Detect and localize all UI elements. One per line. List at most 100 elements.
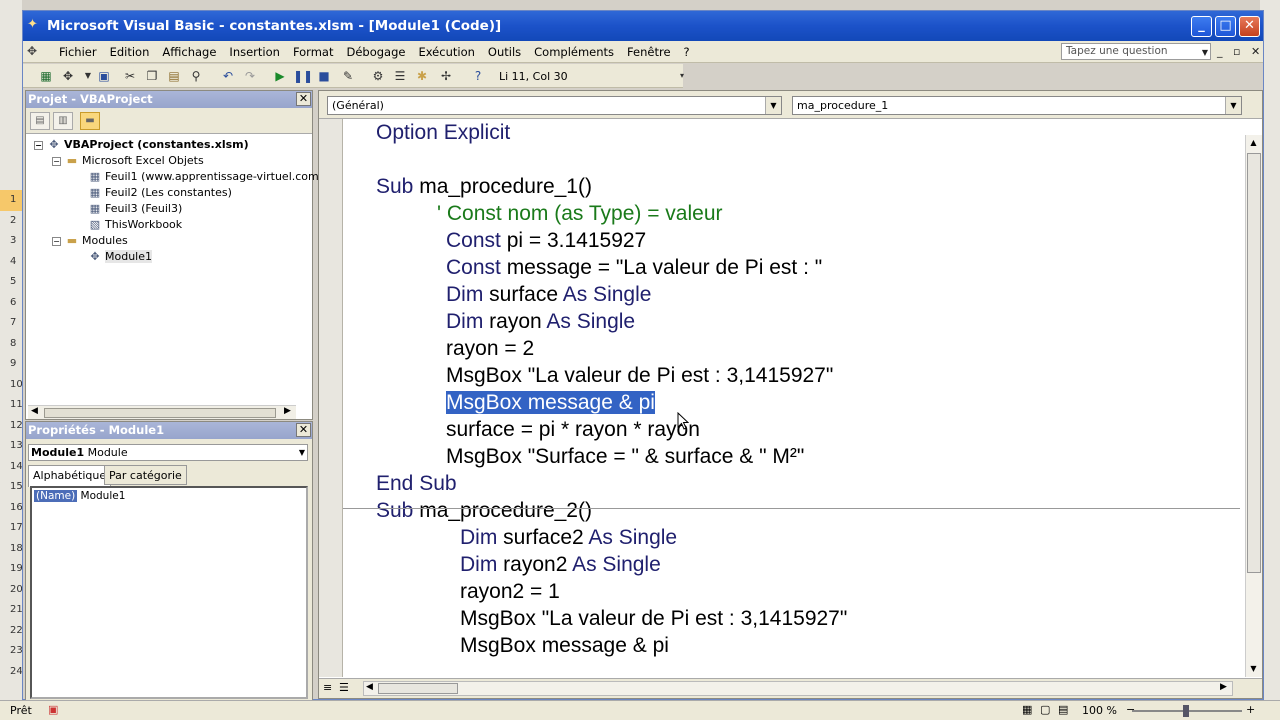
copy-icon[interactable]: ❐ xyxy=(143,67,161,85)
menu-debogage[interactable]: Débogage xyxy=(346,45,405,59)
object-browser-icon[interactable]: ✱ xyxy=(413,67,431,85)
title-bar[interactable]: ✦ Microsoft Visual Basic - constantes.xl… xyxy=(23,11,1263,41)
scroll-thumb[interactable] xyxy=(44,408,276,418)
code-line[interactable]: ' Const nom (as Type) = valeur xyxy=(437,200,723,227)
code-line[interactable]: MsgBox "La valeur de Pi est : 3,1415927" xyxy=(446,362,833,389)
menu-format[interactable]: Format xyxy=(293,45,334,59)
tab-par-categorie[interactable]: Par catégorie xyxy=(104,465,187,485)
code-line[interactable]: surface = pi * rayon * rayon xyxy=(446,416,700,443)
procedure-select[interactable]: ma_procedure_1 ▼ xyxy=(792,96,1242,115)
code-editor[interactable]: Option Explicit Sub ma_procedure_1() ' C… xyxy=(349,119,1239,677)
project-explorer-icon[interactable]: ⚙ xyxy=(369,67,387,85)
code-line[interactable]: Dim surface As Single xyxy=(446,281,651,308)
code-line[interactable]: Dim rayon2 As Single xyxy=(460,551,661,578)
toolbar-options-icon[interactable]: ▾ xyxy=(673,67,691,85)
view-object-icon[interactable]: ▥ xyxy=(53,112,73,130)
project-horizontal-scrollbar[interactable]: ◀ ▶ xyxy=(28,405,296,419)
code-horizontal-scrollbar[interactable]: ◀ ▶ xyxy=(363,681,1233,696)
normal-view-icon[interactable]: ▦ xyxy=(1022,703,1032,716)
undo-icon[interactable]: ↶ xyxy=(219,67,237,85)
close-icon[interactable]: ✕ xyxy=(296,92,311,106)
insert-userform-icon[interactable]: ✥ xyxy=(59,67,77,85)
collapse-icon[interactable]: − xyxy=(52,236,61,246)
tree-item-vbaproject[interactable]: − ✥ VBAProject (constantes.xlsm) xyxy=(34,137,249,153)
close-button[interactable]: ✕ xyxy=(1239,16,1260,37)
design-mode-icon[interactable]: ✎ xyxy=(339,67,357,85)
code-line[interactable]: Sub ma_procedure_2() xyxy=(376,497,592,524)
pause-icon[interactable]: ❚❚ xyxy=(293,67,313,85)
find-icon[interactable]: ⚲ xyxy=(187,67,205,85)
scroll-left-icon[interactable]: ◀ xyxy=(366,682,373,692)
record-macro-icon[interactable]: ▣ xyxy=(48,703,58,716)
code-line[interactable]: Dim surface2 As Single xyxy=(460,524,677,551)
zoom-in-icon[interactable]: + xyxy=(1246,703,1255,716)
scroll-left-icon[interactable]: ◀ xyxy=(31,406,38,416)
menu-help[interactable]: ? xyxy=(684,45,690,59)
menu-edition[interactable]: Edition xyxy=(110,45,150,59)
redo-icon[interactable]: ↷ xyxy=(241,67,259,85)
code-line[interactable]: MsgBox "La valeur de Pi est : 3,1415927" xyxy=(460,605,847,632)
scroll-right-icon[interactable]: ▶ xyxy=(1220,682,1227,692)
code-line[interactable]: Sub ma_procedure_1() xyxy=(376,173,592,200)
zoom-slider-handle[interactable] xyxy=(1183,705,1189,717)
page-break-icon[interactable]: ▤ xyxy=(1058,703,1068,716)
page-layout-icon[interactable]: ▢ xyxy=(1040,703,1050,716)
menu-execution[interactable]: Exécution xyxy=(418,45,474,59)
help-search-input[interactable]: Tapez une question ▼ xyxy=(1061,43,1211,60)
tree-item-thisworkbook[interactable]: ▧ ThisWorkbook xyxy=(88,217,182,233)
chevron-down-icon[interactable]: ▼ xyxy=(1202,45,1208,60)
tab-alphabetique[interactable]: Alphabétique xyxy=(28,465,112,487)
view-code-icon[interactable]: ▤ xyxy=(30,112,50,130)
menu-fichier[interactable]: Fichier xyxy=(59,45,97,59)
code-line[interactable]: Const message = "La valeur de Pi est : " xyxy=(446,254,822,281)
minimize-button[interactable]: _ xyxy=(1191,16,1212,37)
chevron-down-icon[interactable]: ▼ xyxy=(1225,97,1241,114)
code-line[interactable]: MsgBox "Surface = " & surface & " M²" xyxy=(446,443,804,470)
cut-icon[interactable]: ✂ xyxy=(121,67,139,85)
code-line[interactable]: Dim rayon As Single xyxy=(446,308,635,335)
tree-item-feuil3[interactable]: ▦ Feuil3 (Feuil3) xyxy=(88,201,182,217)
code-line[interactable]: End Sub xyxy=(376,470,457,497)
zoom-level[interactable]: 100 % xyxy=(1082,704,1117,717)
code-line[interactable]: Const pi = 3.1415927 xyxy=(446,227,646,254)
excel-view-icon[interactable]: ▦ xyxy=(37,67,55,85)
scroll-down-icon[interactable]: ▼ xyxy=(1246,661,1261,676)
menu-affichage[interactable]: Affichage xyxy=(162,45,216,59)
collapse-icon[interactable]: − xyxy=(52,156,61,166)
collapse-icon[interactable]: − xyxy=(34,140,43,150)
tree-item-feuil2[interactable]: ▦ Feuil2 (Les constantes) xyxy=(88,185,232,201)
full-module-view-icon[interactable]: ☰ xyxy=(339,681,349,694)
code-line[interactable]: rayon2 = 1 xyxy=(460,578,560,605)
tree-item-modules[interactable]: − ▬ Modules xyxy=(52,233,128,249)
menu-fenetre[interactable]: Fenêtre xyxy=(627,45,670,59)
toggle-folders-icon[interactable]: ▬ xyxy=(80,112,100,130)
object-select[interactable]: (Général) ▼ xyxy=(327,96,782,115)
tree-item-feuil1[interactable]: ▦ Feuil1 (www.apprentissage-virtuel.com) xyxy=(88,169,323,185)
doc-restore-button[interactable]: ▫ xyxy=(1233,45,1240,58)
scroll-thumb[interactable] xyxy=(378,683,458,694)
properties-object-select[interactable]: Module1 Module ▼ xyxy=(28,444,308,461)
toolbox-icon[interactable]: ✢ xyxy=(437,67,455,85)
menu-outils[interactable]: Outils xyxy=(488,45,521,59)
stop-icon[interactable]: ■ xyxy=(315,67,333,85)
help-icon[interactable]: ? xyxy=(469,67,487,85)
code-vertical-scrollbar[interactable]: ▲ ▼ xyxy=(1245,135,1262,677)
procedure-view-icon[interactable]: ≡ xyxy=(323,681,332,694)
chevron-down-icon[interactable]: ▼ xyxy=(299,445,305,460)
doc-minimize-button[interactable]: _ xyxy=(1217,45,1223,58)
property-row-name[interactable]: (Name) Module1 xyxy=(34,490,125,502)
tree-item-excel-objects[interactable]: − ▬ Microsoft Excel Objets xyxy=(52,153,204,169)
chevron-down-icon[interactable]: ▼ xyxy=(765,97,781,114)
code-margin[interactable] xyxy=(319,119,343,677)
code-line-selected[interactable]: MsgBox message & pi xyxy=(446,389,655,416)
tree-item-module1[interactable]: ✥ Module1 xyxy=(88,249,152,265)
properties-window-icon[interactable]: ☰ xyxy=(391,67,409,85)
scroll-up-icon[interactable]: ▲ xyxy=(1246,135,1261,150)
code-line[interactable]: MsgBox message & pi xyxy=(460,632,669,659)
save-icon[interactable]: ▣ xyxy=(95,67,113,85)
code-line[interactable]: Option Explicit xyxy=(376,119,510,146)
close-icon[interactable]: ✕ xyxy=(296,423,311,437)
code-line[interactable]: rayon = 2 xyxy=(446,335,534,362)
vba-menu-icon[interactable]: ✥ xyxy=(27,44,45,60)
project-panel-title[interactable]: Projet - VBAProject xyxy=(26,91,312,108)
